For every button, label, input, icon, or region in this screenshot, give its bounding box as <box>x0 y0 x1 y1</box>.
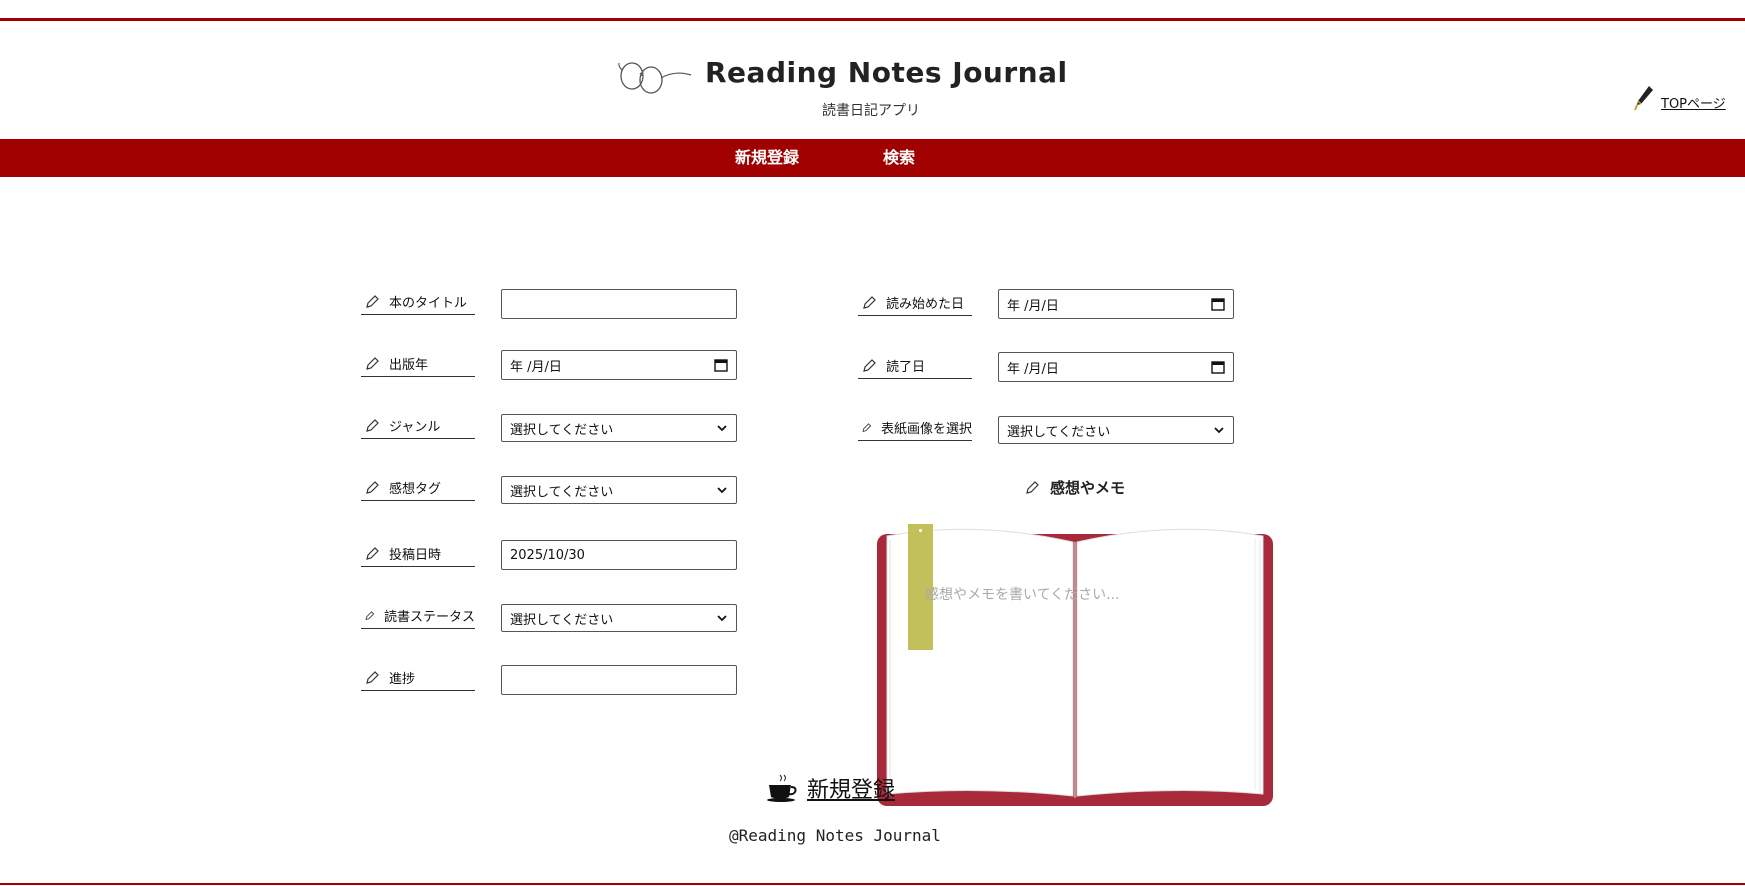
coffee-cup-icon <box>767 774 797 802</box>
progress-input[interactable] <box>501 665 737 695</box>
book-title-input[interactable] <box>501 289 737 319</box>
memo-textarea-placeholder[interactable]: 感想やメモを書いてください... <box>925 584 1120 604</box>
pencil-icon <box>366 480 379 494</box>
glasses-icon <box>618 62 692 94</box>
brand-logo <box>615 58 693 98</box>
impression-tag-select[interactable]: 選択してください <box>501 476 737 504</box>
start-date-input[interactable]: 年 /月/日 <box>998 289 1234 319</box>
publish-year-date-input[interactable]: 年 /月/日 <box>501 350 737 380</box>
top-page-link[interactable]: TOPページ <box>1633 84 1726 112</box>
field-label-finish-date: 読了日 <box>858 353 972 379</box>
field-label-cover-image: 表紙画像を選択 <box>858 415 972 441</box>
field-label-publish-year: 出版年 <box>361 351 475 377</box>
impression-tag-select-value: 選択してください <box>510 484 614 500</box>
calendar-icon[interactable] <box>714 358 728 372</box>
post-date-input[interactable]: 2025/10/30 <box>501 540 737 570</box>
pencil-icon <box>366 546 379 560</box>
pencil-icon <box>863 358 876 372</box>
calendar-icon[interactable] <box>1211 297 1225 311</box>
chevron-down-icon <box>717 615 727 622</box>
chevron-down-icon <box>717 425 727 432</box>
app-subtitle: 読書日記アプリ <box>822 103 920 119</box>
publish-year-value: 年 /月/日 <box>510 359 562 375</box>
field-label-progress: 進捗 <box>361 665 475 691</box>
finish-date-value: 年 /月/日 <box>1007 361 1059 377</box>
memo-heading: 感想やメモ <box>1024 477 1125 498</box>
pencil-icon <box>862 422 872 432</box>
field-label-post-date: 投稿日時 <box>361 541 475 567</box>
top-border <box>0 18 1745 21</box>
pencil-icon <box>366 418 379 432</box>
chevron-down-icon <box>1214 427 1224 434</box>
footer-credit: @Reading Notes Journal <box>729 826 941 845</box>
reading-status-select-value: 選択してください <box>510 612 614 628</box>
genre-select[interactable]: 選択してください <box>501 414 737 442</box>
field-label-book-title: 本のタイトル <box>361 289 475 315</box>
bottom-border <box>0 883 1745 885</box>
app-title: Reading Notes Journal <box>705 56 1068 89</box>
field-label-reading-status: 読書ステータス <box>361 603 475 629</box>
cover-image-select-value: 選択してください <box>1007 424 1111 440</box>
nav-item-register[interactable]: 新規登録 <box>735 139 799 177</box>
nav-item-search[interactable]: 検索 <box>883 139 915 177</box>
pencil-icon <box>365 610 375 620</box>
nav-bar: 新規登録 検索 <box>0 139 1745 177</box>
fountain-pen-icon <box>1634 86 1653 111</box>
pencil-icon <box>366 670 379 684</box>
field-label-genre: ジャンル <box>361 413 475 439</box>
pencil-icon <box>366 294 379 308</box>
finish-date-input[interactable]: 年 /月/日 <box>998 352 1234 382</box>
register-submit-button[interactable]: 新規登録 <box>765 772 895 804</box>
chevron-down-icon <box>717 487 727 494</box>
cover-image-select[interactable]: 選択してください <box>998 416 1234 444</box>
reading-status-select[interactable]: 選択してください <box>501 604 737 632</box>
top-page-link-label[interactable]: TOPページ <box>1661 93 1726 112</box>
pencil-icon <box>1026 480 1039 494</box>
open-book-memo-area[interactable] <box>875 524 1275 808</box>
start-date-value: 年 /月/日 <box>1007 298 1059 314</box>
pencil-icon <box>863 295 876 309</box>
field-label-start-date: 読み始めた日 <box>858 290 972 316</box>
genre-select-value: 選択してください <box>510 422 614 438</box>
calendar-icon[interactable] <box>1211 360 1225 374</box>
field-label-impression-tag: 感想タグ <box>361 475 475 501</box>
pencil-icon <box>366 356 379 370</box>
